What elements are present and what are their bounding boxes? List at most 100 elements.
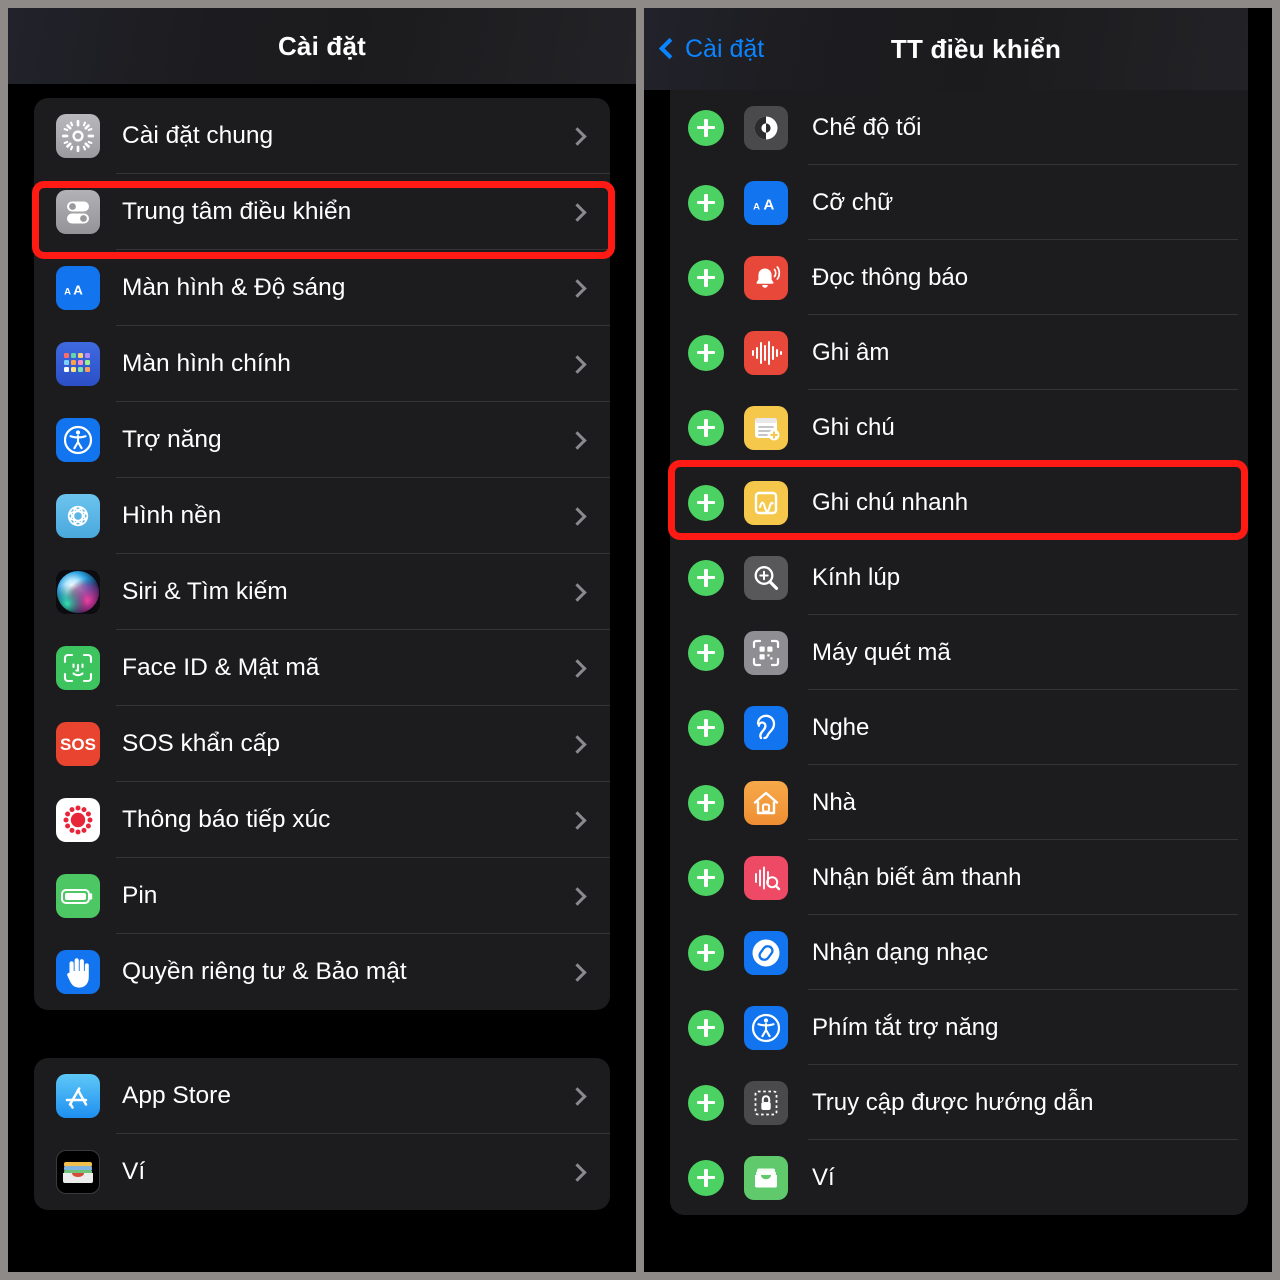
accessibility-icon: [56, 418, 100, 462]
guided-access-icon: [744, 1080, 788, 1125]
list-item-voice-memos[interactable]: Ghi âm: [670, 315, 1248, 390]
add-control-button[interactable]: [688, 1009, 724, 1046]
settings-scroll-body[interactable]: Cài đặt chung Trung tâm điều khiển A A M…: [8, 84, 636, 1272]
control-center-scroll-body[interactable]: Chế độ tối AA Cỡ chữ Đọc thông báo Ghi â…: [644, 90, 1248, 1272]
add-control-button[interactable]: [688, 484, 724, 521]
more-controls-group: Chế độ tối AA Cỡ chữ Đọc thông báo Ghi â…: [670, 90, 1248, 1215]
list-item-label: Nhận dạng nhạc: [812, 938, 989, 966]
chevron-right-icon: [568, 658, 587, 678]
list-item-label: Kính lúp: [812, 563, 901, 591]
list-item-announce-notifications[interactable]: Đọc thông báo: [670, 240, 1248, 315]
add-control-button[interactable]: [688, 409, 724, 446]
dark-mode-icon: [744, 105, 788, 150]
sidebar-item-siri-search[interactable]: Siri & Tìm kiếm: [34, 554, 610, 630]
chevron-right-icon: [568, 734, 587, 754]
sidebar-item-label: Face ID & Mật mã: [122, 654, 320, 681]
add-control-button[interactable]: [688, 559, 724, 596]
back-button[interactable]: Cài đặt: [658, 35, 764, 64]
list-item-hearing[interactable]: Nghe: [670, 690, 1248, 765]
list-item-guided-access[interactable]: Truy cập được hướng dẫn: [670, 1065, 1248, 1140]
svg-text:A: A: [753, 201, 760, 212]
sidebar-item-battery[interactable]: Pin: [34, 858, 610, 934]
sidebar-item-label: Trợ năng: [122, 426, 222, 453]
list-item-code-scanner[interactable]: Máy quét mã: [670, 615, 1248, 690]
quick-note-icon: [744, 480, 788, 525]
list-item-label: Đọc thông báo: [812, 263, 969, 291]
wallet-green-icon: [744, 1155, 788, 1200]
chevron-right-icon: [568, 886, 587, 906]
page-title: TT điều khiển: [890, 33, 1062, 64]
list-item-label: Nghe: [812, 713, 870, 741]
sidebar-item-wallet[interactable]: Ví: [34, 1134, 610, 1210]
add-control-button[interactable]: [688, 784, 724, 821]
list-item-label: Phím tắt trợ năng: [812, 1013, 999, 1041]
add-control-button[interactable]: [688, 859, 724, 896]
list-item-label: Ví: [812, 1163, 835, 1191]
face-id-icon: [56, 646, 100, 690]
list-item-label: Ghi chú: [812, 413, 895, 441]
svg-text:A: A: [64, 287, 71, 298]
add-control-button[interactable]: [688, 934, 724, 971]
sidebar-item-face-id[interactable]: Face ID & Mật mã: [34, 630, 610, 706]
sidebar-item-general[interactable]: Cài đặt chung: [34, 98, 610, 174]
chevron-right-icon: [568, 506, 587, 526]
list-item-quick-note[interactable]: Ghi chú nhanh: [670, 465, 1248, 540]
add-control-button[interactable]: [688, 709, 724, 746]
list-item-label: Cỡ chữ: [812, 188, 894, 216]
sidebar-item-home-screen[interactable]: Màn hình chính: [34, 326, 610, 402]
list-item-text-size[interactable]: AA Cỡ chữ: [670, 165, 1248, 240]
settings-group-store: App Store Ví: [34, 1058, 610, 1210]
hearing-icon: [744, 705, 788, 750]
gear-icon: [56, 114, 100, 158]
list-item-magnifier[interactable]: Kính lúp: [670, 540, 1248, 615]
list-item-sound-recognition[interactable]: Nhận biết âm thanh: [670, 840, 1248, 915]
sidebar-item-app-store[interactable]: App Store: [34, 1058, 610, 1134]
list-item-accessibility-shortcut[interactable]: Phím tắt trợ năng: [670, 990, 1248, 1065]
list-item-wallet[interactable]: Ví: [670, 1140, 1248, 1215]
sidebar-item-accessibility[interactable]: Trợ năng: [34, 402, 610, 478]
sidebar-item-control-center[interactable]: Trung tâm điều khiển: [34, 174, 610, 250]
list-item-music-recognition[interactable]: Nhận dạng nhạc: [670, 915, 1248, 990]
svg-text:A: A: [763, 196, 774, 213]
sidebar-item-privacy-security[interactable]: Quyền riêng tư & Bảo mật: [34, 934, 610, 1010]
shazam-icon: [744, 930, 788, 975]
chevron-right-icon: [568, 202, 587, 222]
add-control-button[interactable]: [688, 1159, 724, 1196]
accessibility-shortcut-icon: [744, 1005, 788, 1050]
sidebar-item-label: Pin: [122, 882, 158, 909]
add-control-button[interactable]: [688, 109, 724, 146]
sidebar-item-label: Hình nền: [122, 502, 222, 529]
add-control-button[interactable]: [688, 259, 724, 296]
sidebar-item-label: SOS khẩn cấp: [122, 730, 280, 757]
control-center-icon: [56, 190, 100, 234]
add-control-button[interactable]: [688, 634, 724, 671]
sidebar-item-label: Màn hình & Độ sáng: [122, 274, 346, 301]
list-item-label: Máy quét mã: [812, 638, 951, 666]
add-control-button[interactable]: [688, 334, 724, 371]
chevron-right-icon: [568, 126, 587, 146]
exposure-notification-icon: [56, 798, 100, 842]
sidebar-item-display-brightness[interactable]: AA Màn hình & Độ sáng: [34, 250, 610, 326]
add-control-button[interactable]: [688, 1084, 724, 1121]
announce-notifications-icon: [744, 255, 788, 300]
sidebar-item-wallpaper[interactable]: Hình nền: [34, 478, 610, 554]
chevron-left-icon: [658, 37, 681, 59]
chevron-right-icon: [568, 810, 587, 830]
sos-icon: SOS: [56, 722, 100, 766]
sidebar-item-label: Trung tâm điều khiển: [122, 198, 352, 225]
sidebar-item-exposure-notifications[interactable]: Thông báo tiếp xúc: [34, 782, 610, 858]
chevron-right-icon: [568, 278, 587, 298]
list-item-dark-mode[interactable]: Chế độ tối: [670, 90, 1248, 165]
notes-icon: [744, 405, 788, 450]
svg-text:SOS: SOS: [60, 735, 96, 754]
control-center-pane: Cài đặt TT điều khiển Chế độ tối A A Cỡ …: [644, 8, 1248, 1272]
list-item-notes[interactable]: Ghi chú: [670, 390, 1248, 465]
wallet-icon: [56, 1150, 100, 1194]
sidebar-item-emergency-sos[interactable]: SOS SOS khẩn cấp: [34, 706, 610, 782]
chevron-right-icon: [568, 582, 587, 602]
home-app-icon: [744, 780, 788, 825]
list-item-label: Ghi chú nhanh: [812, 488, 969, 516]
add-control-button[interactable]: [688, 184, 724, 221]
list-item-home[interactable]: Nhà: [670, 765, 1248, 840]
